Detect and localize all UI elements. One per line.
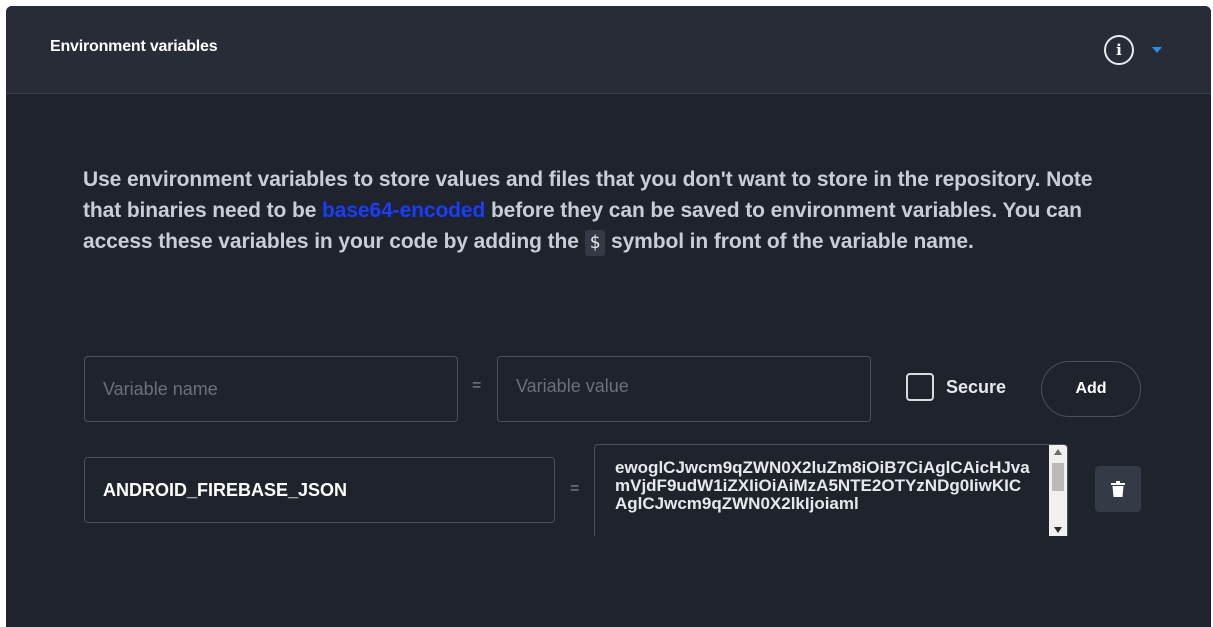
trash-icon <box>1111 481 1125 497</box>
secure-checkbox[interactable] <box>906 373 934 401</box>
variable-name-input[interactable]: Variable name <box>84 356 458 422</box>
info-icon[interactable]: i <box>1104 35 1134 65</box>
variable-value-input[interactable]: Variable value <box>497 356 871 422</box>
environment-variables-panel: Environment variables i Use environment … <box>6 6 1211 627</box>
description-text: Use environment variables to store value… <box>83 164 1133 257</box>
equals-sign: = <box>570 480 580 497</box>
variable-value-placeholder: Variable value <box>516 376 629 396</box>
panel-header[interactable]: Environment variables i <box>6 6 1211 94</box>
scroll-down-arrow-icon[interactable] <box>1054 527 1062 533</box>
delete-variable-button[interactable] <box>1095 466 1141 512</box>
existing-variable-name-text: ANDROID_FIREBASE_JSON <box>103 479 348 500</box>
chevron-down-icon[interactable] <box>1152 47 1162 53</box>
scroll-up-arrow-icon[interactable] <box>1054 449 1062 455</box>
add-button[interactable]: Add <box>1041 361 1141 417</box>
dollar-code-snippet: $ <box>584 230 606 256</box>
panel-title: Environment variables <box>50 38 218 55</box>
variable-name-placeholder: Variable name <box>103 378 218 399</box>
existing-variable-name[interactable]: ANDROID_FIREBASE_JSON <box>84 457 555 523</box>
scroll-thumb[interactable] <box>1052 463 1064 491</box>
value-scrollbar[interactable] <box>1049 445 1067 536</box>
secure-label[interactable]: Secure <box>946 377 1006 398</box>
existing-variable-value-text: ewoglCJwcm9qZWN0X2luZm8iOiB7CiAglCAicHJv… <box>615 458 1030 513</box>
existing-variable-value[interactable]: ewoglCJwcm9qZWN0X2luZm8iOiB7CiAglCAicHJv… <box>594 444 1068 536</box>
equals-sign: = <box>472 377 482 394</box>
base64-encoded-link[interactable]: base64-encoded <box>322 199 485 222</box>
description-part3: symbol in front of the variable name. <box>605 230 974 253</box>
